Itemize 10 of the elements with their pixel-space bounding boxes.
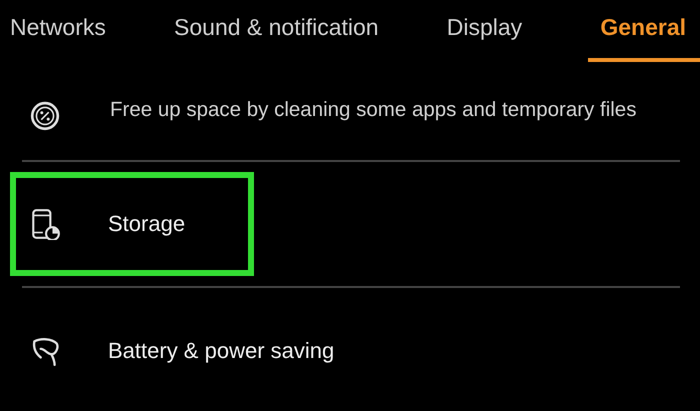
setting-title[interactable]: Battery & power saving <box>108 338 334 364</box>
phone-icon <box>30 208 60 240</box>
setting-title[interactable]: Storage <box>108 211 186 237</box>
percent-circle-icon <box>30 101 60 133</box>
leaf-icon <box>30 335 60 367</box>
tab[interactable]: Sound & notification <box>172 0 381 48</box>
tab[interactable]: Networks <box>8 0 108 48</box>
tab[interactable]: Display <box>444 0 524 48</box>
setting-description[interactable]: Free up space by cleaning some apps and temporary files <box>110 93 655 127</box>
tab[interactable]: General <box>588 0 700 62</box>
